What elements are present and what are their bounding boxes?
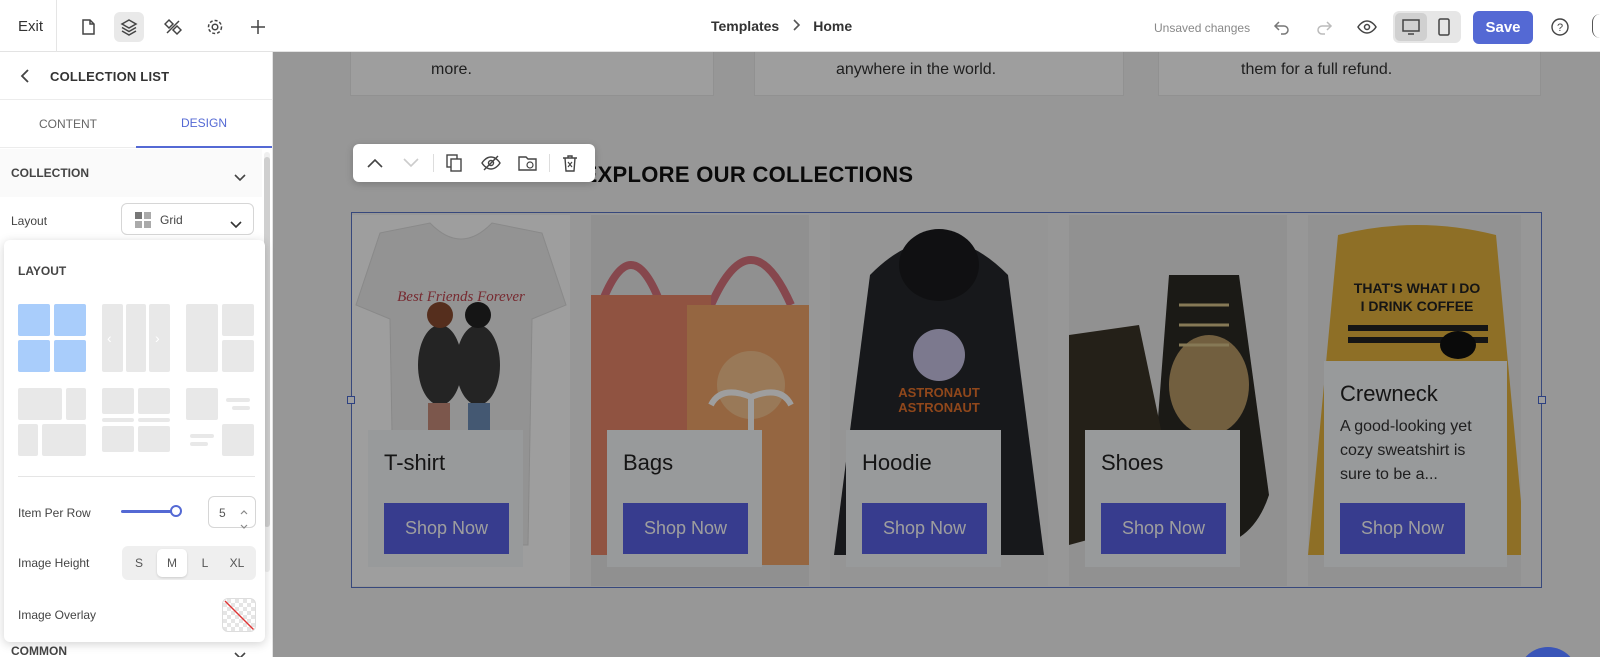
layout-popover: LAYOUT ‹ › Item Per Row 5 Image Height S… xyxy=(4,240,265,642)
grid-icon xyxy=(135,212,151,233)
plus-icon[interactable] xyxy=(243,12,273,42)
delete-icon[interactable] xyxy=(560,153,580,173)
more-icon[interactable] xyxy=(1592,14,1600,38)
toolbar-divider xyxy=(56,0,57,52)
item-per-row-value: 5 xyxy=(219,506,226,520)
item-per-row-input[interactable]: 5 xyxy=(208,496,256,529)
chevron-down-icon xyxy=(230,216,242,234)
layout-option-list[interactable] xyxy=(186,388,256,458)
save-button[interactable]: Save xyxy=(1473,11,1533,44)
tab-design[interactable]: DESIGN xyxy=(136,100,272,148)
desktop-icon[interactable] xyxy=(1395,13,1427,41)
svg-text:?: ? xyxy=(1557,22,1563,34)
image-overlay-label: Image Overlay xyxy=(18,608,97,622)
stepper-down-icon[interactable] xyxy=(240,517,248,535)
image-height-m[interactable]: M xyxy=(157,549,187,577)
pages-icon[interactable] xyxy=(73,12,103,42)
popover-divider xyxy=(18,476,255,477)
section-title: COLLECTION xyxy=(11,166,89,180)
layout-option-grid[interactable] xyxy=(18,304,88,374)
layout-option-stacked[interactable] xyxy=(102,388,172,458)
mobile-icon[interactable] xyxy=(1428,13,1460,41)
layout-option-carousel[interactable]: ‹ › xyxy=(102,304,172,374)
chevron-down-icon xyxy=(234,647,246,657)
element-toolbar xyxy=(353,144,595,182)
layers-icon[interactable] xyxy=(114,12,144,42)
redo-icon[interactable] xyxy=(1309,12,1339,42)
toolbar-divider xyxy=(549,154,550,172)
elements-icon[interactable] xyxy=(158,12,188,42)
save-section-icon[interactable] xyxy=(518,153,538,173)
popover-title: LAYOUT xyxy=(18,264,67,278)
move-down-icon[interactable] xyxy=(401,153,421,173)
undo-icon[interactable] xyxy=(1267,12,1297,42)
layout-option-featured[interactable] xyxy=(186,304,256,374)
canvas-overlay xyxy=(273,52,1600,657)
item-per-row-label: Item Per Row xyxy=(18,506,91,520)
gear-icon[interactable] xyxy=(200,12,230,42)
layout-select[interactable]: Grid xyxy=(121,203,254,235)
top-toolbar: Exit Templates Home Unsaved changes Save… xyxy=(0,0,1600,52)
exit-button[interactable]: Exit xyxy=(18,18,43,35)
image-height-selector: S M L XL xyxy=(122,546,256,580)
image-height-l[interactable]: L xyxy=(190,549,220,577)
image-height-label: Image Height xyxy=(18,556,90,570)
tab-content[interactable]: CONTENT xyxy=(0,100,136,148)
back-arrow-icon[interactable] xyxy=(20,69,30,88)
common-title: COMMON xyxy=(11,644,67,657)
preview-eye-icon[interactable] xyxy=(1352,12,1382,42)
image-height-s[interactable]: S xyxy=(124,549,154,577)
duplicate-icon[interactable] xyxy=(444,153,464,173)
toolbar-divider xyxy=(433,154,434,172)
help-icon[interactable]: ? xyxy=(1545,12,1575,42)
chevron-right-icon xyxy=(791,18,801,34)
unsaved-status: Unsaved changes xyxy=(1154,21,1251,35)
layout-select-value: Grid xyxy=(160,213,183,227)
device-switcher xyxy=(1393,11,1461,43)
panel-tabs: CONTENT DESIGN xyxy=(0,100,272,148)
chevron-down-icon xyxy=(234,169,246,187)
panel-title: COLLECTION LIST xyxy=(50,69,170,84)
collection-section-header[interactable]: COLLECTION xyxy=(0,149,262,197)
item-per-row-slider-handle[interactable] xyxy=(170,505,182,517)
breadcrumb-home[interactable]: Home xyxy=(813,18,852,34)
move-up-icon[interactable] xyxy=(365,153,385,173)
breadcrumb-templates[interactable]: Templates xyxy=(711,18,779,34)
chevron-right-icon: › xyxy=(155,330,160,346)
layout-label: Layout xyxy=(11,214,48,228)
image-overlay-color-swatch[interactable] xyxy=(222,598,256,632)
chevron-left-icon: ‹ xyxy=(107,330,112,346)
layout-option-mosaic[interactable] xyxy=(18,388,88,458)
hide-eye-icon[interactable] xyxy=(481,153,501,173)
editor-canvas: more. anywhere in the world. them for a … xyxy=(273,52,1600,657)
breadcrumb: Templates Home xyxy=(711,18,852,34)
image-height-xl[interactable]: XL xyxy=(222,549,252,577)
panel-header: COLLECTION LIST xyxy=(0,52,272,100)
